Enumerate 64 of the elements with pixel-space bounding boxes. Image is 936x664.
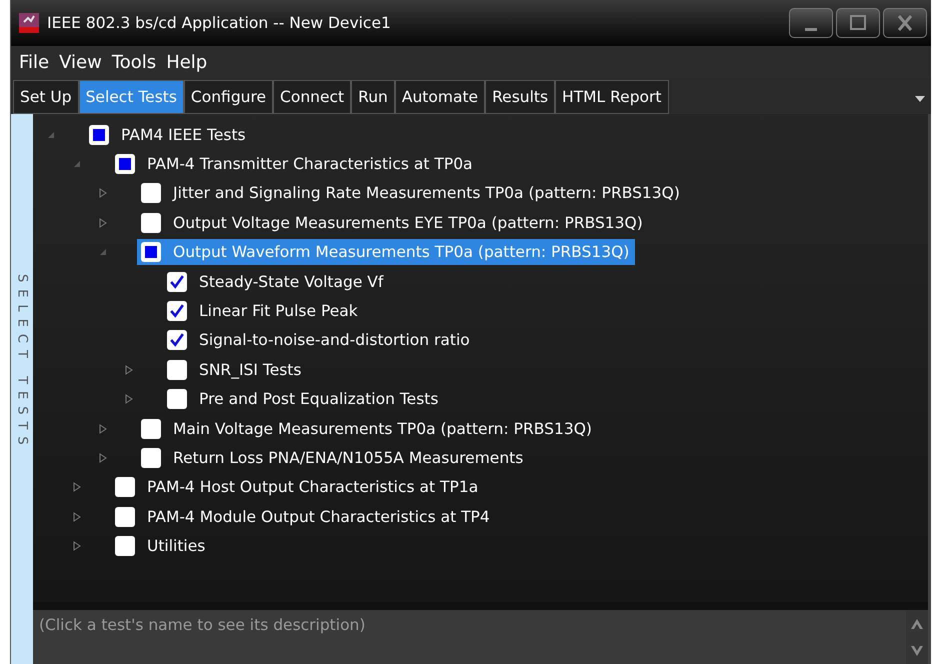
tree-item[interactable]: Linear Fit Pulse Peak <box>163 298 364 324</box>
expand-icon[interactable] <box>125 394 133 404</box>
tab[interactable]: Configure <box>184 80 274 114</box>
checkbox[interactable] <box>89 124 109 145</box>
tree-item[interactable]: Signal-to-noise-and-distortion ratio <box>163 327 476 354</box>
checkbox[interactable] <box>167 330 187 350</box>
checkbox[interactable] <box>141 242 161 262</box>
menu-item[interactable]: File <box>19 52 50 72</box>
tab[interactable]: HTML Report <box>555 80 668 114</box>
checkbox[interactable] <box>167 301 187 322</box>
maximize-icon <box>848 13 868 33</box>
tab[interactable]: Run <box>351 80 395 114</box>
tab[interactable]: Connect <box>273 80 352 114</box>
checkbox[interactable] <box>115 506 135 527</box>
side-label: SELECT TESTS <box>14 274 30 454</box>
tree-item[interactable]: PAM-4 Module Output Characteristics at TP4 <box>111 504 496 530</box>
expand-icon[interactable] <box>99 424 107 434</box>
expand-icon[interactable] <box>125 364 133 375</box>
menu-item[interactable]: Help <box>166 52 208 72</box>
minimize-icon <box>805 28 817 30</box>
tree-item[interactable]: PAM4 IEEE Tests <box>85 122 252 148</box>
app-icon <box>19 13 39 33</box>
checkbox[interactable] <box>115 536 135 556</box>
description-text: (Click a test's name to see its description) <box>39 615 366 636</box>
tab[interactable]: Select Tests <box>78 80 184 114</box>
tree-item[interactable]: PAM-4 Host Output Characteristics at TP1a <box>111 474 484 500</box>
checkbox[interactable] <box>115 477 135 498</box>
tree-item[interactable]: Pre and Post Equalization Tests <box>163 386 444 412</box>
tab[interactable]: Automate <box>394 80 486 114</box>
checkbox[interactable] <box>141 183 161 204</box>
tree-item[interactable]: PAM-4 Transmitter Characteristics at TP0a <box>111 151 479 178</box>
scroll-down-icon[interactable] <box>911 646 923 656</box>
tree-item[interactable]: Output Waveform Measurements TP0a (pattern: PRBS13Q) <box>137 239 636 266</box>
tree-item[interactable]: Utilities <box>111 533 212 560</box>
expand-icon[interactable] <box>99 188 107 198</box>
menu-item[interactable]: Tools <box>112 52 156 72</box>
checkbox[interactable] <box>141 212 161 233</box>
tree-item[interactable]: Output Voltage Measurements EYE TP0a (pattern: PRBS13Q) <box>137 210 649 236</box>
tree-item[interactable]: Steady-State Voltage Vf <box>163 268 390 295</box>
expand-icon[interactable] <box>99 452 107 463</box>
scroll-up-icon[interactable] <box>911 618 923 628</box>
checkbox[interactable] <box>167 389 187 410</box>
tree-item[interactable]: SNR_ISI Tests <box>163 356 308 383</box>
tree-item[interactable]: Jitter and Signaling Rate Measurements TP0a (pattern: PRBS13Q) <box>137 180 686 206</box>
checkbox[interactable] <box>115 154 135 174</box>
minimize-button[interactable] <box>789 8 833 38</box>
checkbox[interactable] <box>167 272 187 292</box>
expand-icon[interactable] <box>73 482 81 492</box>
close-button[interactable] <box>883 8 927 38</box>
tab[interactable]: Set Up <box>13 80 79 114</box>
checkbox[interactable] <box>141 448 161 468</box>
checkbox[interactable] <box>141 418 161 439</box>
window-title: IEEE 802.3 bs/cd Application -- New Device1 <box>47 14 392 32</box>
menu-item[interactable]: View <box>59 52 102 72</box>
close-icon <box>895 13 915 33</box>
expand-icon[interactable] <box>73 512 81 522</box>
tree-item[interactable]: Return Loss PNA/ENA/N1055A Measurements <box>137 444 530 471</box>
tab[interactable]: Results <box>485 80 556 114</box>
tree-item[interactable]: Main Voltage Measurements TP0a (pattern: PRBS13Q) <box>137 416 598 442</box>
dropdown-icon[interactable] <box>915 96 925 102</box>
expand-icon[interactable] <box>99 218 107 228</box>
checkbox[interactable] <box>167 360 187 380</box>
maximize-button[interactable] <box>836 8 880 38</box>
expand-icon[interactable] <box>73 541 81 552</box>
